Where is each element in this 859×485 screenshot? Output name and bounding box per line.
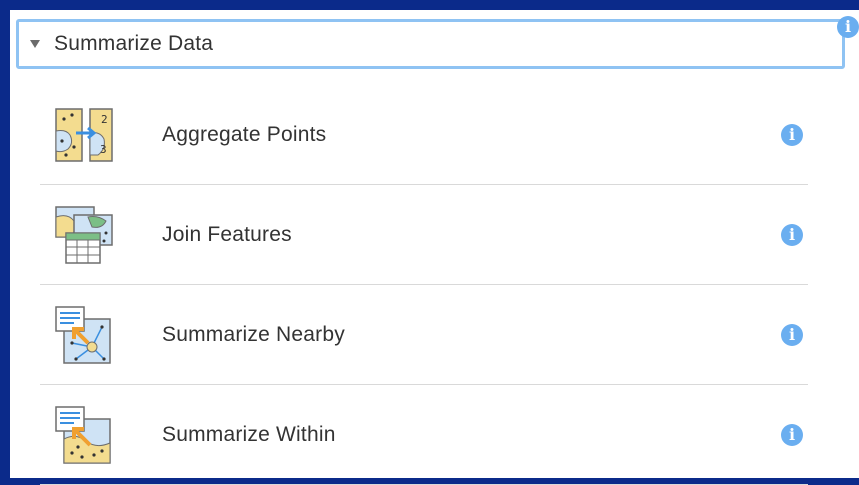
tool-label: Aggregate Points	[162, 123, 327, 146]
caret-down-icon[interactable]	[30, 40, 40, 48]
tool-summarize-nearby[interactable]: Summarize Nearby i	[40, 285, 808, 385]
info-icon[interactable]: i	[781, 124, 803, 146]
tool-join-features[interactable]: Join Features i	[40, 185, 808, 285]
tool-label: Summarize Within	[162, 423, 336, 446]
info-icon[interactable]: i	[781, 224, 803, 246]
section-title: Summarize Data	[54, 32, 214, 55]
summarize-data-panel: Summarize Data i 2 3 Aggregate Points i	[10, 10, 859, 485]
aggregate-points-icon: 2 3	[55, 108, 113, 162]
info-icon[interactable]: i	[781, 424, 803, 446]
summarize-within-icon	[55, 406, 111, 464]
svg-text:3: 3	[100, 143, 107, 156]
svg-text:2: 2	[101, 113, 108, 126]
tool-summarize-within[interactable]: Summarize Within i	[40, 385, 808, 485]
join-features-icon	[55, 206, 113, 264]
tool-label: Summarize Nearby	[162, 323, 345, 346]
summarize-nearby-icon	[55, 306, 111, 364]
section-info-icon[interactable]: i	[837, 16, 859, 38]
info-icon[interactable]: i	[781, 324, 803, 346]
tool-label: Join Features	[162, 223, 292, 246]
summarize-data-section-header[interactable]: Summarize Data	[16, 19, 845, 69]
tool-aggregate-points[interactable]: 2 3 Aggregate Points i	[40, 85, 808, 185]
